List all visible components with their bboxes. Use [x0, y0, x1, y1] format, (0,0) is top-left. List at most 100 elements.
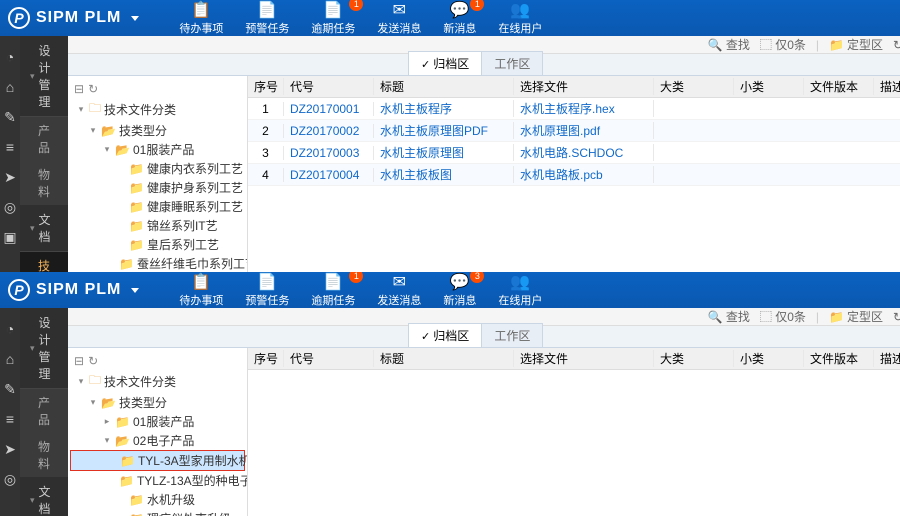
- count-label: ⬚ 仅0条: [760, 308, 806, 325]
- refresh-button[interactable]: ↻ 刷新: [893, 308, 900, 325]
- nav-item[interactable]: ✉发送消息: [367, 272, 431, 310]
- tab-archive[interactable]: ✓ 归档区: [408, 51, 482, 75]
- sidebar-section-docs[interactable]: ▾文档: [20, 205, 68, 252]
- table-row[interactable]: 3DZ20170003水机主板原理图水机电路.SCHDOC: [248, 142, 900, 164]
- nav-icon: 👥: [510, 1, 530, 19]
- nav-item[interactable]: 📄预警任务: [235, 0, 299, 38]
- col-seq[interactable]: 序号: [248, 350, 284, 367]
- col-sm[interactable]: 小类: [734, 78, 804, 95]
- tree-node[interactable]: 📁蚕丝纤维毛巾系列工艺: [70, 254, 245, 272]
- collapse-icon[interactable]: ⊟: [74, 354, 84, 368]
- badge: 1: [470, 0, 484, 11]
- sidebar: ▾设计管理 产品 物料 ▾文档 技术文件 二维图档 三维图档 变更单 ▾基础数据…: [20, 308, 68, 516]
- dingxing-button[interactable]: 📁 定型区: [829, 308, 883, 325]
- col-sm[interactable]: 小类: [734, 350, 804, 367]
- col-title[interactable]: 标题: [374, 350, 514, 367]
- col-big[interactable]: 大类: [654, 350, 734, 367]
- nav-item[interactable]: 💬新消息1: [433, 0, 486, 38]
- tree-node[interactable]: ▾📂技类型分: [70, 121, 245, 140]
- edit-icon[interactable]: ✎: [0, 107, 20, 127]
- col-title[interactable]: 标题: [374, 78, 514, 95]
- tree-node[interactable]: 📁TYLZ-13A型的种电子理疗仪: [70, 471, 245, 490]
- nav-item[interactable]: 💬新消息3: [433, 272, 486, 310]
- nav-item[interactable]: ✉发送消息: [367, 0, 431, 38]
- tree-node[interactable]: 📁健康睡眠系列工艺: [70, 197, 245, 216]
- nav-item[interactable]: 📄预警任务: [235, 272, 299, 310]
- logo-icon: P: [8, 279, 30, 301]
- nav-item[interactable]: 👥在线用户: [488, 0, 552, 38]
- nav-item[interactable]: 📋待办事项: [169, 272, 233, 310]
- col-sel[interactable]: 选择文件: [514, 350, 654, 367]
- col-desc[interactable]: 描述: [874, 350, 900, 367]
- nav-icon: 📄: [323, 273, 343, 291]
- tree-node[interactable]: 📁健康护身系列工艺: [70, 178, 245, 197]
- collapse-icon[interactable]: ⊟: [74, 82, 84, 96]
- refresh-icon[interactable]: ↻: [88, 354, 98, 368]
- sidebar-item[interactable]: 产品: [20, 389, 68, 433]
- home-icon[interactable]: ⌂: [0, 77, 20, 97]
- tree-node[interactable]: ▾📂02电子产品: [70, 431, 245, 450]
- edit-icon[interactable]: ✎: [0, 379, 20, 399]
- nav-label: 逾期任务: [311, 20, 355, 36]
- db-icon[interactable]: ≡: [0, 137, 20, 157]
- tree-node[interactable]: 📁水机升级: [70, 490, 245, 509]
- col-desc[interactable]: 描述: [874, 78, 900, 95]
- sidebar-section-docs[interactable]: ▾文档: [20, 477, 68, 516]
- col-seq[interactable]: 序号: [248, 78, 284, 95]
- grid: 序号 代号 标题 选择文件 大类 小类 文件版本 描述 缩图 1DZ201700…: [248, 76, 900, 272]
- tree-node-highlighted[interactable]: 📁TYL-3A型家用制水机: [70, 450, 245, 471]
- col-code[interactable]: 代号: [284, 78, 374, 95]
- col-sel[interactable]: 选择文件: [514, 78, 654, 95]
- col-ver[interactable]: 文件版本: [804, 78, 874, 95]
- nav-label: 在线用户: [498, 292, 542, 308]
- dingxing-button[interactable]: 📁 定型区: [829, 36, 883, 53]
- nav-icon: 📄: [257, 1, 277, 19]
- gauge-icon[interactable]: ◔: [0, 319, 20, 339]
- tab-work[interactable]: 工作区: [481, 323, 543, 347]
- tree-node[interactable]: ▸📁01服装产品: [70, 412, 245, 431]
- search-button[interactable]: 🔍 查找: [708, 36, 750, 53]
- tab-work[interactable]: 工作区: [481, 51, 543, 75]
- col-big[interactable]: 大类: [654, 78, 734, 95]
- table-row[interactable]: 2DZ20170002水机主板原理图PDF水机原理图.pdf: [248, 120, 900, 142]
- sidebar-item[interactable]: 物料: [20, 161, 68, 205]
- app-header: P SIPM PLM 📋待办事项📄预警任务📄逾期任务1✉发送消息💬新消息3👥在线…: [0, 272, 900, 308]
- nav-item[interactable]: 📄逾期任务1: [301, 0, 365, 38]
- nav-item[interactable]: 👥在线用户: [488, 272, 552, 310]
- gauge-icon[interactable]: ◔: [0, 47, 20, 67]
- nav-item[interactable]: 📋待办事项: [169, 0, 233, 38]
- tree-root[interactable]: ▾🗀技术文件分类: [70, 370, 245, 393]
- sidebar-item[interactable]: 产品: [20, 117, 68, 161]
- tree-node[interactable]: 📁理疗仪外壳升级: [70, 509, 245, 516]
- target-icon[interactable]: ◎: [0, 197, 20, 217]
- table-row[interactable]: 1DZ20170001水机主板程序水机主板程序.hex: [248, 98, 900, 120]
- col-code[interactable]: 代号: [284, 350, 374, 367]
- tree-node[interactable]: 📁锦丝系列IT艺: [70, 216, 245, 235]
- tree-node[interactable]: 📁健康内衣系列工艺: [70, 159, 245, 178]
- icon-bar: ◔ ⌂ ✎ ≡ ➤ ◎: [0, 308, 20, 516]
- logo[interactable]: P SIPM PLM: [8, 279, 139, 301]
- search-button[interactable]: 🔍 查找: [708, 308, 750, 325]
- tree-node[interactable]: ▾📂01服装产品: [70, 140, 245, 159]
- tree-root[interactable]: ▾🗀技术文件分类: [70, 98, 245, 121]
- book-icon[interactable]: ▣: [0, 227, 20, 247]
- refresh-button[interactable]: ↻ 刷新: [893, 36, 900, 53]
- home-icon[interactable]: ⌂: [0, 349, 20, 369]
- refresh-icon[interactable]: ↻: [88, 82, 98, 96]
- tab-archive[interactable]: ✓ 归档区: [408, 323, 482, 347]
- sidebar-section-design[interactable]: ▾设计管理: [20, 308, 68, 389]
- sidebar-section-design[interactable]: ▾设计管理: [20, 36, 68, 117]
- tree-node[interactable]: 📁皇后系列工艺: [70, 235, 245, 254]
- tree-node[interactable]: ▾📂技类型分: [70, 393, 245, 412]
- db-icon[interactable]: ≡: [0, 409, 20, 429]
- col-ver[interactable]: 文件版本: [804, 350, 874, 367]
- tree-pane: ⊟↻ ▾🗀技术文件分类 ▾📂技类型分 ▾📂01服装产品 📁健康内衣系列工艺📁健康…: [68, 76, 248, 272]
- target-icon[interactable]: ◎: [0, 469, 20, 489]
- sidebar-item[interactable]: 物料: [20, 433, 68, 477]
- send-icon[interactable]: ➤: [0, 167, 20, 187]
- table-row[interactable]: 4DZ20170004水机主板板图水机电路板.pcb: [248, 164, 900, 186]
- logo[interactable]: P SIPM PLM: [8, 7, 139, 29]
- nav-item[interactable]: 📄逾期任务1: [301, 272, 365, 310]
- sidebar-item-techfile[interactable]: 技术文件: [20, 252, 68, 272]
- send-icon[interactable]: ➤: [0, 439, 20, 459]
